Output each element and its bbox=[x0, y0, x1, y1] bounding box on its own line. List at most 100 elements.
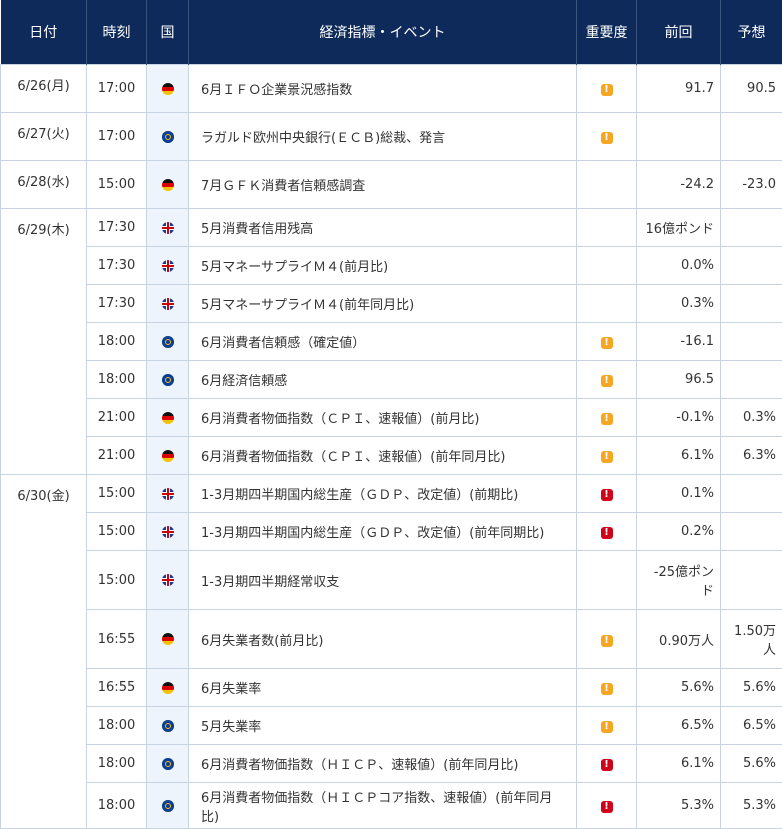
event-cell: 6月失業者数(前月比) bbox=[189, 610, 577, 669]
previous-cell: -25億ポンド bbox=[637, 551, 721, 610]
table-row: 15:00 1-3月期四半期経常収支 -25億ポンド bbox=[1, 551, 782, 610]
uk-flag-icon bbox=[162, 574, 174, 586]
previous-cell bbox=[637, 113, 721, 161]
event-cell: 7月ＧＦＫ消費者信頼感調査 bbox=[189, 161, 577, 209]
table-row: 15:00 1-3月期四半期国内総生産（ＧＤＰ、改定値）(前年同期比)!0.2% bbox=[1, 513, 782, 551]
medium-importance-icon: ! bbox=[601, 337, 613, 349]
table-row: 6/28(水)15:007月ＧＦＫ消費者信頼感調査-24.2-23.0 bbox=[1, 161, 782, 209]
event-cell: 6月失業率 bbox=[189, 669, 577, 707]
event-cell: 5月マネーサプライＭ４(前年同月比) bbox=[189, 285, 577, 323]
importance-cell: ! bbox=[577, 707, 637, 745]
table-row: 18:006月経済信頼感!96.5 bbox=[1, 361, 782, 399]
forecast-cell bbox=[721, 361, 782, 399]
germany-flag-icon bbox=[162, 412, 174, 424]
country-cell bbox=[147, 161, 189, 209]
uk-flag-icon bbox=[162, 260, 174, 272]
time-cell: 15:00 bbox=[87, 551, 147, 610]
calendar-body: 6/26(月)17:006月ＩＦＯ企業景況感指数!91.790.56/27(火)… bbox=[1, 65, 782, 829]
forecast-cell bbox=[721, 475, 782, 513]
forecast-cell bbox=[721, 285, 782, 323]
importance-cell: ! bbox=[577, 745, 637, 783]
column-header-country: 国 bbox=[147, 0, 189, 65]
forecast-cell: 5.6% bbox=[721, 745, 782, 783]
forecast-cell: 0.3% bbox=[721, 399, 782, 437]
previous-cell: -24.2 bbox=[637, 161, 721, 209]
medium-importance-icon: ! bbox=[601, 683, 613, 695]
column-header-forecast: 予想 bbox=[721, 0, 782, 65]
event-cell: 6月経済信頼感 bbox=[189, 361, 577, 399]
previous-cell: 5.3% bbox=[637, 783, 721, 829]
event-cell: 6月消費者物価指数（ＣＰＩ、速報値）(前年同月比) bbox=[189, 437, 577, 475]
eu-flag-icon bbox=[162, 720, 174, 732]
importance-cell: ! bbox=[577, 669, 637, 707]
event-cell: 6月消費者物価指数（ＣＰＩ、速報値）(前月比) bbox=[189, 399, 577, 437]
previous-cell: -0.1% bbox=[637, 399, 721, 437]
country-cell bbox=[147, 610, 189, 669]
importance-cell: ! bbox=[577, 513, 637, 551]
economic-calendar-table: 日付 時刻 国 経済指標・イベント 重要度 前回 予想 6/26(月)17:00… bbox=[0, 0, 782, 829]
date-cell: 6/28(水) bbox=[1, 161, 87, 209]
uk-flag-icon bbox=[162, 222, 174, 234]
forecast-cell: 90.5 bbox=[721, 65, 782, 113]
high-importance-icon: ! bbox=[601, 759, 613, 771]
forecast-cell bbox=[721, 113, 782, 161]
medium-importance-icon: ! bbox=[601, 375, 613, 387]
column-header-date: 日付 bbox=[1, 0, 87, 65]
table-row: 18:00 6月消費者物価指数（ＨＩＣＰコア指数、速報値）(前年同月比)! 5.3%… bbox=[1, 783, 782, 829]
previous-cell: 5.6% bbox=[637, 669, 721, 707]
medium-importance-icon: ! bbox=[601, 84, 613, 96]
germany-flag-icon bbox=[162, 450, 174, 462]
previous-cell: 0.2% bbox=[637, 513, 721, 551]
importance-cell bbox=[577, 161, 637, 209]
country-cell bbox=[147, 209, 189, 247]
time-cell: 18:00 bbox=[87, 361, 147, 399]
forecast-cell bbox=[721, 513, 782, 551]
column-header-previous: 前回 bbox=[637, 0, 721, 65]
time-cell: 16:55 bbox=[87, 610, 147, 669]
time-cell: 17:30 bbox=[87, 247, 147, 285]
importance-cell: ! bbox=[577, 361, 637, 399]
germany-flag-icon bbox=[162, 179, 174, 191]
importance-cell: ! bbox=[577, 475, 637, 513]
event-cell: ラガルド欧州中央銀行(ＥＣＢ)総裁、発言 bbox=[189, 113, 577, 161]
table-row: 6/27(火)17:00ラガルド欧州中央銀行(ＥＣＢ)総裁、発言! bbox=[1, 113, 782, 161]
high-importance-icon: ! bbox=[601, 801, 613, 813]
time-cell: 18:00 bbox=[87, 783, 147, 829]
time-cell: 17:30 bbox=[87, 285, 147, 323]
time-cell: 15:00 bbox=[87, 475, 147, 513]
time-cell: 21:00 bbox=[87, 399, 147, 437]
table-row: 17:305月マネーサプライＭ４(前月比)0.0% bbox=[1, 247, 782, 285]
event-cell: 6月ＩＦＯ企業景況感指数 bbox=[189, 65, 577, 113]
uk-flag-icon bbox=[162, 298, 174, 310]
table-row: 18:005月失業率!6.5%6.5% bbox=[1, 707, 782, 745]
time-cell: 15:00 bbox=[87, 513, 147, 551]
previous-cell: 0.1% bbox=[637, 475, 721, 513]
forecast-cell bbox=[721, 551, 782, 610]
time-cell: 16:55 bbox=[87, 669, 147, 707]
event-cell: 6月消費者物価指数（ＨＩＣＰコア指数、速報値）(前年同月比) bbox=[189, 783, 577, 829]
forecast-cell: 5.3% bbox=[721, 783, 782, 829]
previous-cell: 6.1% bbox=[637, 437, 721, 475]
medium-importance-icon: ! bbox=[601, 132, 613, 144]
forecast-cell: 5.6% bbox=[721, 669, 782, 707]
column-header-event: 経済指標・イベント bbox=[189, 0, 577, 65]
table-row: 18:006月消費者信頼感（確定値）!-16.1 bbox=[1, 323, 782, 361]
table-row: 18:006月消費者物価指数（ＨＩＣＰ、速報値）(前年同月比)!6.1%5.6% bbox=[1, 745, 782, 783]
importance-cell: ! bbox=[577, 113, 637, 161]
date-cell: 6/27(火) bbox=[1, 113, 87, 161]
table-row: 6/29(木)17:305月消費者信用残高16億ポンド bbox=[1, 209, 782, 247]
country-cell bbox=[147, 285, 189, 323]
medium-importance-icon: ! bbox=[601, 413, 613, 425]
header-row: 日付 時刻 国 経済指標・イベント 重要度 前回 予想 bbox=[1, 0, 782, 65]
time-cell: 17:30 bbox=[87, 209, 147, 247]
previous-cell: -16.1 bbox=[637, 323, 721, 361]
importance-cell: ! bbox=[577, 65, 637, 113]
event-cell: 1-3月期四半期国内総生産（ＧＤＰ、改定値）(前年同期比) bbox=[189, 513, 577, 551]
column-header-time: 時刻 bbox=[87, 0, 147, 65]
event-cell: 1-3月期四半期経常収支 bbox=[189, 551, 577, 610]
event-cell: 6月消費者物価指数（ＨＩＣＰ、速報値）(前年同月比) bbox=[189, 745, 577, 783]
country-cell bbox=[147, 707, 189, 745]
high-importance-icon: ! bbox=[601, 489, 613, 501]
forecast-cell bbox=[721, 323, 782, 361]
eu-flag-icon bbox=[162, 374, 174, 386]
